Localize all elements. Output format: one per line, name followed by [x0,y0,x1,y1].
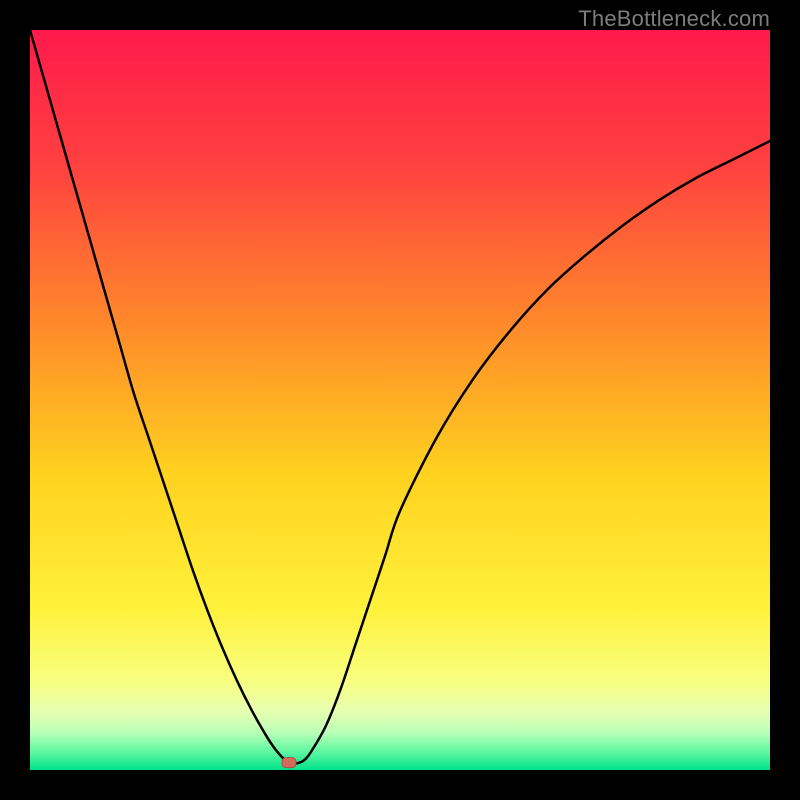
bottleneck-chart [30,30,770,770]
watermark-text: TheBottleneck.com [578,6,770,32]
gradient-background [30,30,770,770]
optimal-point-marker [282,758,296,768]
